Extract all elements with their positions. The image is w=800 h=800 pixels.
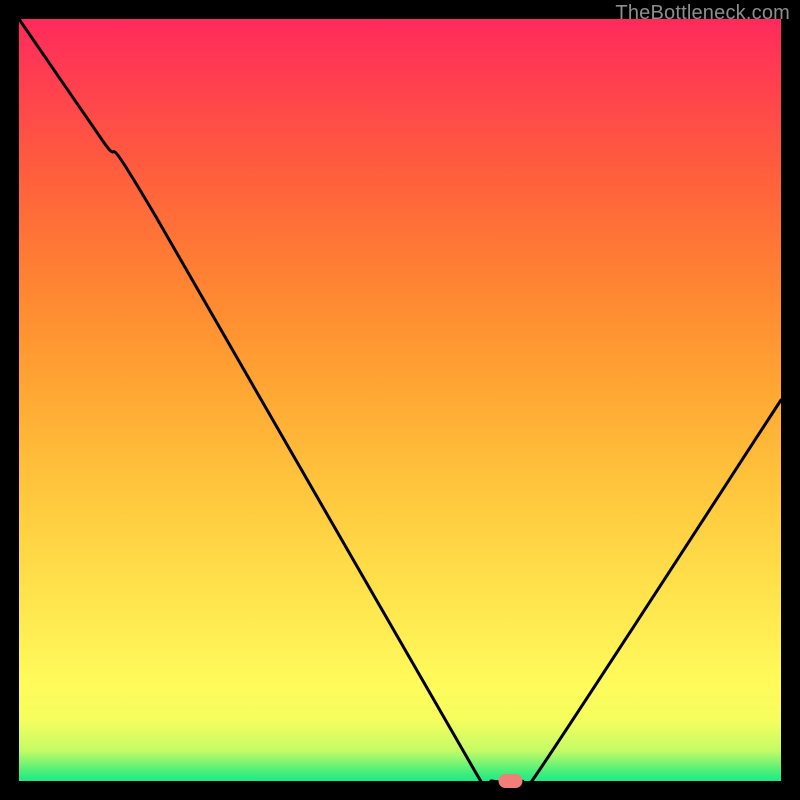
bottleneck-curve	[19, 19, 781, 800]
watermark-text: TheBottleneck.com	[615, 2, 790, 25]
chart-frame: TheBottleneck.com	[0, 0, 800, 800]
current-point-marker	[499, 774, 523, 788]
chart-svg	[19, 19, 781, 781]
plot-area	[19, 19, 781, 781]
